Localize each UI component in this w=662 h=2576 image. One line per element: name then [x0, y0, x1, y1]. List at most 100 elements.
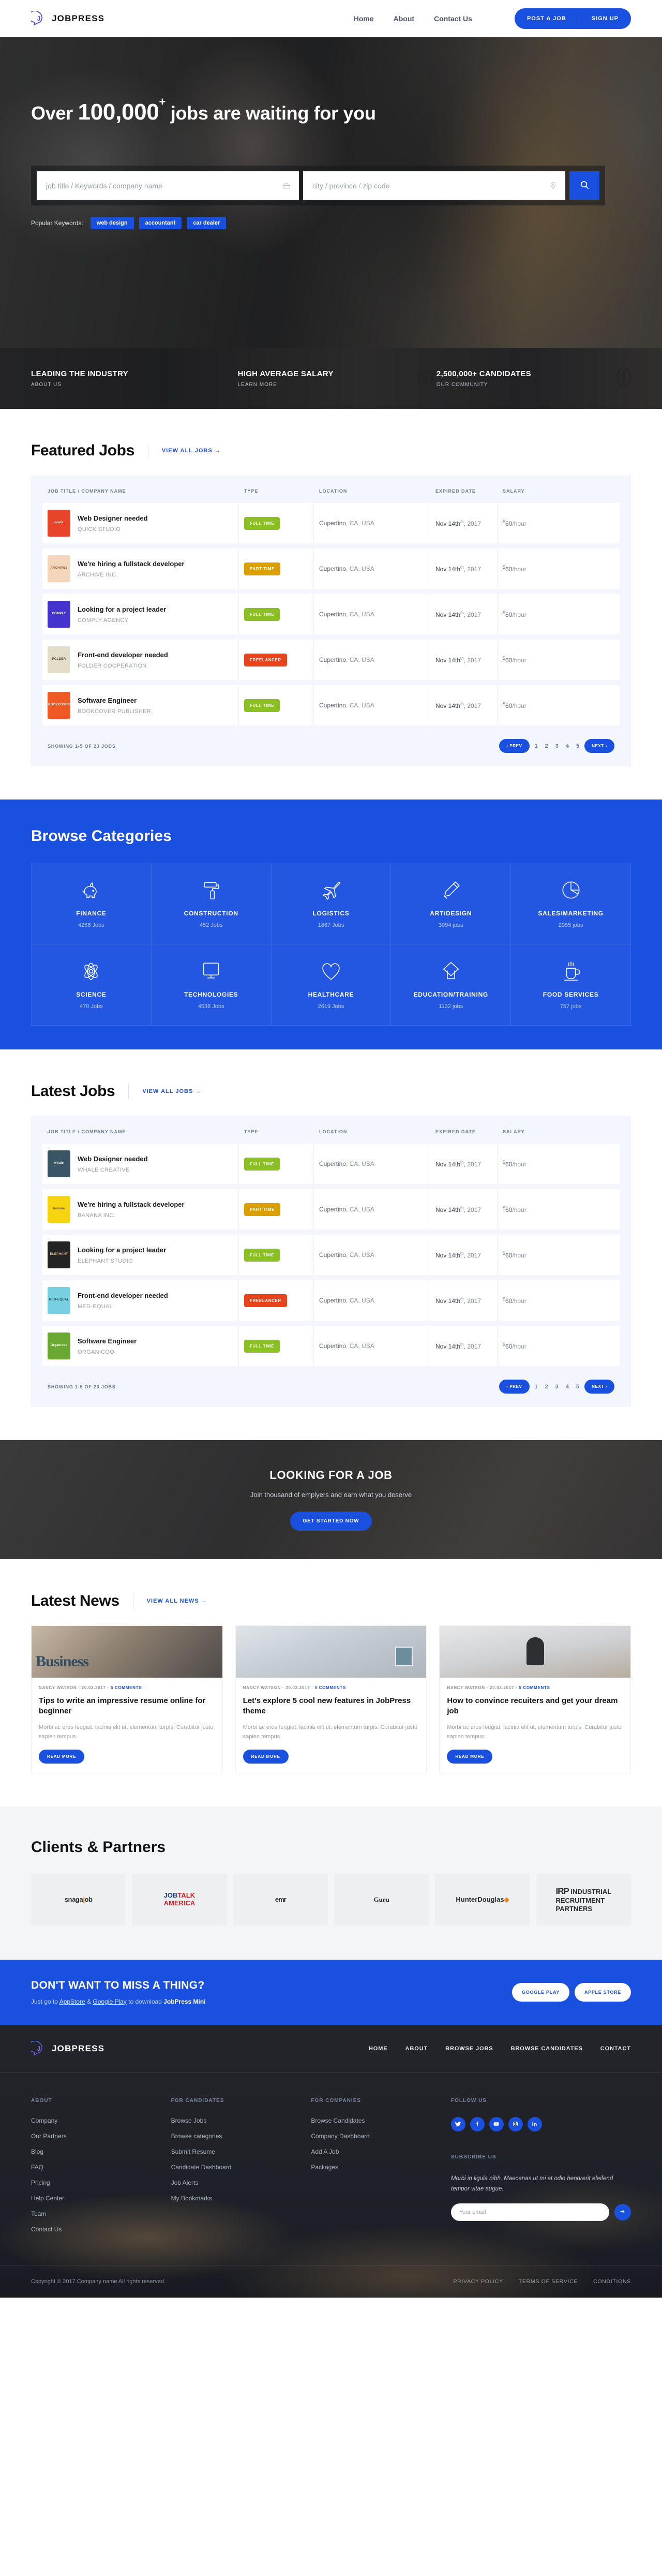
- table-row[interactable]: MED-EQUAL Front-end developer needed MED-E…: [42, 1280, 620, 1321]
- page-number-3[interactable]: 3: [553, 743, 561, 749]
- footer-link-browse-jobs[interactable]: Browse Jobs: [171, 2117, 311, 2124]
- footer-link-help-center[interactable]: Help Center: [31, 2195, 171, 2202]
- page-number-4[interactable]: 4: [564, 1384, 571, 1390]
- news-title[interactable]: Let's explore 5 cool new features in Job…: [243, 1696, 419, 1717]
- client-logo-jobtalk[interactable]: JOBTALK AMERICA: [132, 1873, 227, 1926]
- read-more-button[interactable]: READ MORE: [39, 1749, 85, 1764]
- category-card-food-services[interactable]: FOOD SERVICES 757 jobs: [511, 944, 631, 1026]
- nav-item-home[interactable]: Home: [354, 14, 374, 23]
- category-card-education-training[interactable]: EDUCATION/TRAINING 1132 jobs: [391, 944, 511, 1026]
- footer-link-company[interactable]: Company: [31, 2117, 171, 2124]
- googleplay-link[interactable]: Google Play: [93, 1998, 126, 2005]
- google-play-button[interactable]: GOOGLE PLAY: [512, 1982, 569, 2002]
- client-logo-snagajob[interactable]: snagajob: [31, 1873, 126, 1926]
- news-title[interactable]: How to convince recuiters and get your d…: [447, 1696, 623, 1717]
- legal-link-conditions[interactable]: CONDITIONS: [593, 2278, 631, 2285]
- footer-brand-logo[interactable]: J JOBPRESS: [31, 2040, 104, 2056]
- footer-link-our-partners[interactable]: Our Partners: [31, 2133, 171, 2140]
- stat-candidates[interactable]: 2,500,000+ CANDIDATES OUR COMMUNITY: [437, 369, 616, 388]
- read-more-button[interactable]: READ MORE: [243, 1749, 289, 1764]
- twitter-icon[interactable]: [450, 2116, 465, 2131]
- nav-item-contact-us[interactable]: Contact Us: [434, 14, 472, 23]
- table-row[interactable]: whale Web Designer needed WHALE CREATIVE FU…: [42, 1144, 620, 1184]
- news-card[interactable]: NANCY WATSON · 20.02.2017 · 5 COMMENTS Ti…: [31, 1625, 223, 1773]
- legal-link-terms-of-service[interactable]: TERMS OF SERVICE: [519, 2278, 578, 2285]
- table-row[interactable]: banana We're hiring a fullstack developer…: [42, 1189, 620, 1230]
- legal-link-privacy-policy[interactable]: PRIVACY POLICY: [453, 2278, 503, 2285]
- client-logo-hunterdouglas[interactable]: HunterDouglas◆: [435, 1873, 530, 1926]
- table-row[interactable]: ELEPHANT Looking for a project leader ELEP…: [42, 1235, 620, 1275]
- footer-link-my-bookmarks[interactable]: My Bookmarks: [171, 2195, 311, 2202]
- email-field[interactable]: [450, 2203, 609, 2222]
- table-row[interactable]: BOOKCOVER Software Engineer BOOKCOVER PUBL…: [42, 685, 620, 726]
- page-number-1[interactable]: 1: [533, 743, 540, 749]
- news-card[interactable]: NANCY WATSON · 20.02.2017 · 5 COMMENTS Le…: [235, 1625, 427, 1773]
- stat-leading-the-industry[interactable]: LEADING THE INDUSTRY ABOUT US: [31, 369, 220, 388]
- facebook-icon[interactable]: [470, 2116, 485, 2131]
- keyword-chip-car-dealer[interactable]: car dealer: [187, 217, 227, 229]
- category-card-science[interactable]: SCIENCE 470 Jobs: [32, 944, 152, 1026]
- linkedin-icon[interactable]: [527, 2116, 542, 2131]
- search-submit-button[interactable]: [569, 171, 599, 200]
- instagram-icon[interactable]: [508, 2116, 523, 2131]
- table-row[interactable]: Organicoo Software Engineer ORGANICOO FULL …: [42, 1326, 620, 1366]
- apple-store-button[interactable]: APPLE STORE: [574, 1982, 631, 2002]
- footer-link-company-dashboard[interactable]: Company Dashboard: [311, 2133, 451, 2140]
- prev-page-button[interactable]: ‹ PREV: [499, 1380, 530, 1394]
- category-card-art-design[interactable]: ART/DESIGN 3094 jobs: [391, 863, 511, 944]
- footer-link-contact-us[interactable]: Contact Us: [31, 2226, 171, 2233]
- keyword-chip-web-design[interactable]: web design: [90, 217, 134, 229]
- client-logo-irp[interactable]: IRP INDUSTRIAL RECRUITMENT PARTNERS: [536, 1873, 631, 1926]
- stat-link[interactable]: ABOUT US: [31, 382, 128, 388]
- footer-link-packages[interactable]: Packages: [311, 2164, 451, 2171]
- nav-item-about[interactable]: About: [394, 14, 414, 23]
- footer-link-faq[interactable]: FAQ: [31, 2164, 171, 2171]
- prev-page-button[interactable]: ‹ PREV: [499, 739, 530, 753]
- footer-nav-about[interactable]: ABOUT: [405, 2046, 428, 2052]
- footer-link-browse-candidates[interactable]: Browse Candidates: [311, 2117, 451, 2124]
- category-card-construction[interactable]: CONSTRUCTION 452 Jobs: [151, 863, 272, 944]
- post-a-job-button[interactable]: POST A JOB: [515, 8, 579, 29]
- view-all-jobs-link[interactable]: VIEW ALL JOBS →: [162, 448, 221, 454]
- table-row[interactable]: FOLDER Front-end developer needed FOLDER C…: [42, 640, 620, 680]
- footer-link-blog[interactable]: Blog: [31, 2148, 171, 2155]
- subscribe-submit-button[interactable]: [614, 2204, 631, 2221]
- youtube-icon[interactable]: [489, 2116, 504, 2131]
- footer-nav-browse-jobs[interactable]: BROWSE JOBS: [445, 2046, 493, 2052]
- footer-link-submit-resume[interactable]: Submit Resume: [171, 2148, 311, 2155]
- category-card-logistics[interactable]: LOGISTICS 1867 Jobs: [271, 863, 392, 944]
- view-all-news-link[interactable]: VIEW ALL NEWS →: [147, 1598, 207, 1604]
- footer-nav-home[interactable]: HOME: [369, 2046, 388, 2052]
- brand-logo[interactable]: J JOBPRESS: [31, 11, 104, 26]
- news-comments[interactable]: 5 COMMENTS: [519, 1685, 550, 1690]
- page-number-4[interactable]: 4: [564, 743, 571, 749]
- footer-link-candidate-dashboard[interactable]: Candidate Dashboard: [171, 2164, 311, 2171]
- footer-link-browse-categories[interactable]: Browse categories: [171, 2133, 311, 2140]
- footer-link-job-alerts[interactable]: Job Alerts: [171, 2179, 311, 2186]
- news-comments[interactable]: 5 COMMENTS: [111, 1685, 142, 1690]
- keyword-chip-accountant[interactable]: accountant: [139, 217, 182, 229]
- footer-link-add-a-job[interactable]: Add A Job: [311, 2148, 451, 2155]
- category-card-finance[interactable]: FINANCE 4286 Jobs: [32, 863, 152, 944]
- footer-nav-contact[interactable]: CONTACT: [600, 2046, 631, 2052]
- view-all-latest-jobs-link[interactable]: VIEW ALL JOBS →: [142, 1088, 201, 1094]
- stat-high-average-salary[interactable]: HIGH AVERAGE SALARY LEARN MORE: [238, 369, 418, 388]
- client-logo-guru[interactable]: Guru: [334, 1873, 429, 1926]
- page-number-2[interactable]: 2: [543, 1384, 550, 1390]
- page-number-3[interactable]: 3: [553, 1384, 561, 1390]
- page-number-5[interactable]: 5: [574, 743, 581, 749]
- read-more-button[interactable]: READ MORE: [447, 1749, 493, 1764]
- appstore-link[interactable]: AppStore: [59, 1998, 85, 2005]
- category-card-sales-marketing[interactable]: SALES/MARKETING 2955 jobs: [511, 863, 631, 944]
- next-page-button[interactable]: NEXT ›: [584, 1380, 614, 1394]
- news-card[interactable]: NANCY WATSON · 20.02.2017 · 5 COMMENTS Ho…: [439, 1625, 631, 1773]
- table-row[interactable]: quick Web Designer needed QUICK STUDIO FULL…: [42, 503, 620, 543]
- search-keyword-input[interactable]: [37, 171, 299, 200]
- table-row[interactable]: COMPLY Looking for a project leader COMPLY…: [42, 594, 620, 634]
- category-card-healthcare[interactable]: HEALTHCARE 2619 Jobs: [271, 944, 392, 1026]
- stat-link[interactable]: LEARN MORE: [238, 382, 334, 388]
- table-row[interactable]: ARCHIVES We're hiring a fullstack develop…: [42, 549, 620, 589]
- sign-up-button[interactable]: SIGN UP: [579, 8, 631, 29]
- client-logo-emr[interactable]: emr: [233, 1873, 328, 1926]
- stat-link[interactable]: OUR COMMUNITY: [437, 382, 531, 388]
